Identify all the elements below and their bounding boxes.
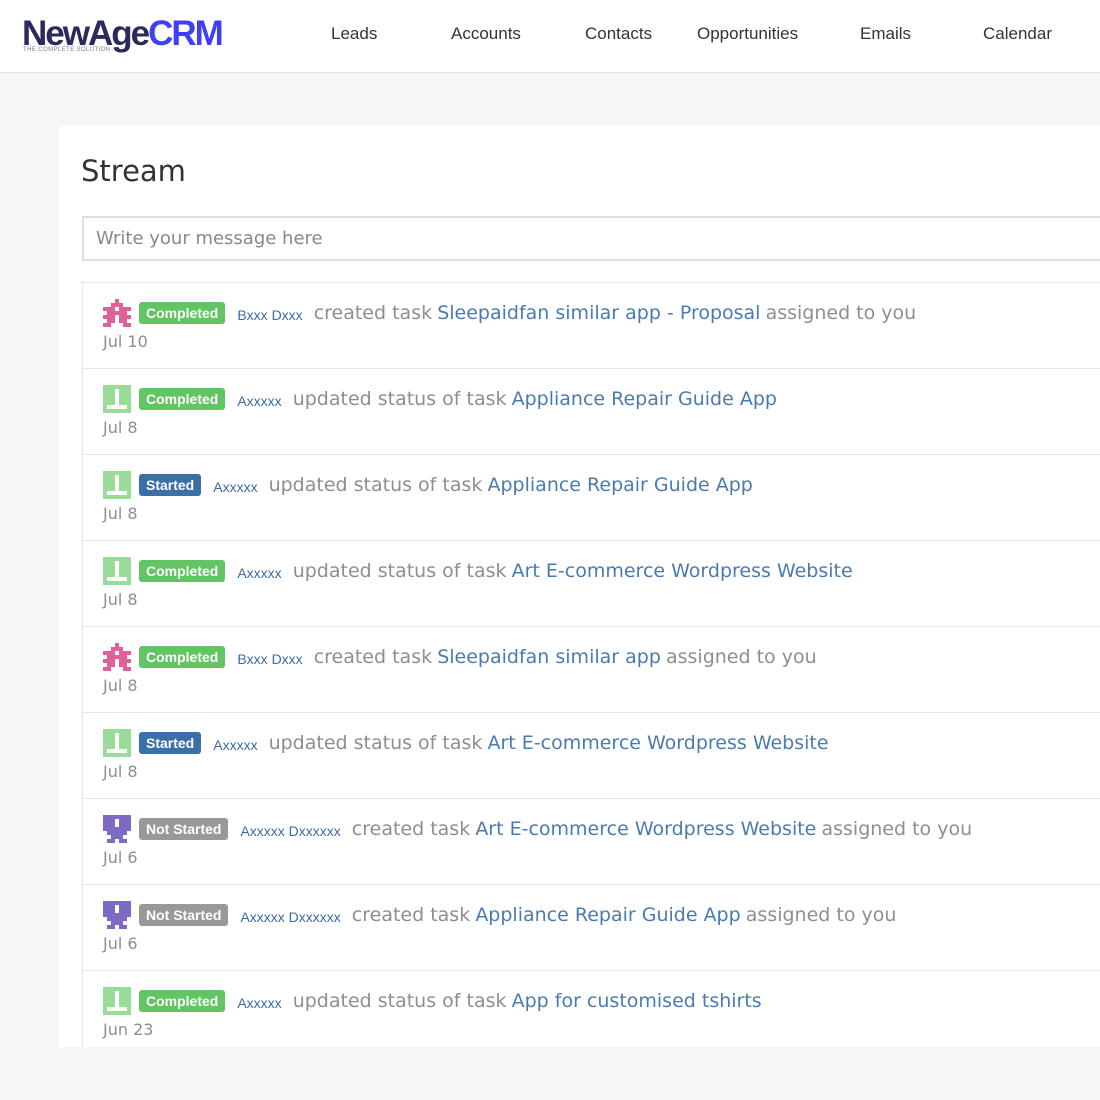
purple-avatar-icon xyxy=(103,815,131,843)
nav-accounts[interactable]: Accounts xyxy=(451,24,521,44)
task-link[interactable]: Sleepaidfan similar app xyxy=(437,646,661,668)
action-text: created task xyxy=(313,646,433,668)
assignment-text: assigned to you xyxy=(821,818,973,840)
user-link[interactable]: Bxxx Dxxx xyxy=(237,651,302,667)
task-link[interactable]: Sleepaidfan similar app - Proposal xyxy=(437,302,760,324)
action-text: updated status of task xyxy=(292,388,507,410)
nav-leads[interactable]: Leads xyxy=(331,24,377,44)
stream-item-content: Completed Axxxxx updated status of task Ap… xyxy=(139,384,777,414)
status-badge[interactable]: Not Started xyxy=(139,904,229,926)
task-link[interactable]: Appliance Repair Guide App xyxy=(488,474,753,496)
pink-invader-avatar-icon xyxy=(103,643,131,671)
user-link[interactable]: Axxxxx xyxy=(237,393,281,409)
stream-item: Completed Axxxxx updated status of task Ap… xyxy=(83,369,1100,455)
status-badge[interactable]: Completed xyxy=(139,990,226,1012)
task-link[interactable]: App for customised tshirts xyxy=(512,990,762,1012)
stream-item-date: Jul 6 xyxy=(103,848,138,867)
stream-item-content: Completed Axxxxx updated status of task Ap… xyxy=(139,986,762,1016)
stream-item: Completed Bxxx Dxxx created task Sleepaidf… xyxy=(83,283,1100,369)
user-link[interactable]: Axxxxx Dxxxxxx xyxy=(240,823,340,839)
stream-item-content: Started Axxxxx updated status of task Art … xyxy=(139,728,829,758)
nav-contacts[interactable]: Contacts xyxy=(585,24,652,44)
stream-item-content: Started Axxxxx updated status of task Appl… xyxy=(139,470,753,500)
stream-item-content: Completed Axxxxx updated status of task Ar… xyxy=(139,556,853,586)
status-badge[interactable]: Completed xyxy=(139,646,226,668)
green-avatar-icon xyxy=(103,471,131,499)
logo-text-crm: CRM xyxy=(148,14,224,53)
action-text: updated status of task xyxy=(292,560,507,582)
purple-avatar-icon xyxy=(103,901,131,929)
status-badge[interactable]: Completed xyxy=(139,560,226,582)
nav-emails[interactable]: Emails xyxy=(860,24,911,44)
stream-item: Not Started Axxxxx Dxxxxxx created task Ap… xyxy=(83,885,1100,971)
nav-opportunities[interactable]: Opportunities xyxy=(697,24,798,44)
action-text: created task xyxy=(313,302,433,324)
stream-item-date: Jul 8 xyxy=(103,504,138,523)
pink-invader-avatar-icon xyxy=(103,299,131,327)
stream-item-date: Jul 8 xyxy=(103,418,138,437)
user-link[interactable]: Axxxxx xyxy=(213,479,257,495)
assignment-text: assigned to you xyxy=(665,646,817,668)
assignment-text: assigned to you xyxy=(765,302,917,324)
stream-title: Stream xyxy=(81,154,186,188)
user-link[interactable]: Axxxxx xyxy=(237,995,281,1011)
status-badge[interactable]: Started xyxy=(139,474,202,496)
task-link[interactable]: Appliance Repair Guide App xyxy=(512,388,777,410)
stream-item-date: Jun 23 xyxy=(103,1020,154,1039)
stream-item-content: Not Started Axxxxx Dxxxxxx created task Ar… xyxy=(139,814,972,844)
status-badge[interactable]: Completed xyxy=(139,388,226,410)
status-badge[interactable]: Not Started xyxy=(139,818,229,840)
stream-item-content: Completed Bxxx Dxxx created task Sleepaidf… xyxy=(139,642,817,672)
stream-item: Not Started Axxxxx Dxxxxxx created task Ar… xyxy=(83,799,1100,885)
stream-item-date: Jul 8 xyxy=(103,762,138,781)
green-avatar-icon xyxy=(103,385,131,413)
stream-item: Completed Axxxxx updated status of task Ar… xyxy=(83,541,1100,627)
stream-item: Completed Axxxxx updated status of task Ap… xyxy=(83,971,1100,1047)
user-link[interactable]: Bxxx Dxxx xyxy=(237,307,302,323)
stream-item-date: Jul 10 xyxy=(103,332,148,351)
activity-stream-list: Completed Bxxx Dxxx created task Sleepaidf… xyxy=(82,282,1100,1047)
stream-item-date: Jul 8 xyxy=(103,590,138,609)
task-link[interactable]: Art E-commerce Wordpress Website xyxy=(512,560,853,582)
green-avatar-icon xyxy=(103,729,131,757)
stream-item-content: Not Started Axxxxx Dxxxxxx created task Ap… xyxy=(139,900,896,930)
green-avatar-icon xyxy=(103,557,131,585)
logo-tagline: THE COMPLETE SOLUTION xyxy=(23,47,111,53)
action-text: created task xyxy=(351,904,471,926)
stream-item-date: Jul 6 xyxy=(103,934,138,953)
user-link[interactable]: Axxxxx Dxxxxxx xyxy=(240,909,340,925)
action-text: updated status of task xyxy=(292,990,507,1012)
stream-panel: Stream Completed Bxxx Dxxx created task Sl… xyxy=(59,126,1100,1047)
newagecrm-logo[interactable]: NewAgeCRM THE COMPLETE SOLUTION xyxy=(22,14,252,58)
user-link[interactable]: Axxxxx xyxy=(213,737,257,753)
top-navigation-bar: NewAgeCRM THE COMPLETE SOLUTION Leads Ac… xyxy=(0,0,1100,73)
nav-calendar[interactable]: Calendar xyxy=(983,24,1052,44)
stream-item-content: Completed Bxxx Dxxx created task Sleepaidf… xyxy=(139,298,916,328)
action-text: updated status of task xyxy=(268,732,483,754)
user-link[interactable]: Axxxxx xyxy=(237,565,281,581)
assignment-text: assigned to you xyxy=(745,904,897,926)
task-link[interactable]: Art E-commerce Wordpress Website xyxy=(488,732,829,754)
action-text: updated status of task xyxy=(268,474,483,496)
status-badge[interactable]: Started xyxy=(139,732,202,754)
green-avatar-icon xyxy=(103,987,131,1015)
message-input[interactable] xyxy=(82,216,1100,261)
status-badge[interactable]: Completed xyxy=(139,302,226,324)
action-text: created task xyxy=(351,818,471,840)
task-link[interactable]: Art E-commerce Wordpress Website xyxy=(475,818,816,840)
task-link[interactable]: Appliance Repair Guide App xyxy=(475,904,740,926)
stream-item-date: Jul 8 xyxy=(103,676,138,695)
stream-item: Started Axxxxx updated status of task Art … xyxy=(83,713,1100,799)
stream-item: Completed Bxxx Dxxx created task Sleepaidf… xyxy=(83,627,1100,713)
stream-item: Started Axxxxx updated status of task Appl… xyxy=(83,455,1100,541)
